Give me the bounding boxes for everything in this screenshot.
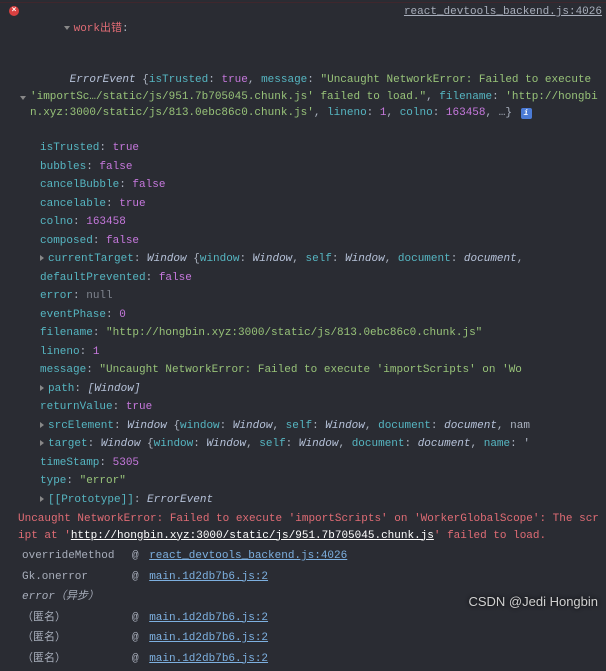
stack-location[interactable]: @ react_devtools_backend.js:4026 [132, 548, 347, 565]
prop-composed[interactable]: composed: false [0, 232, 606, 251]
object-summary: ErrorEvent {isTrusted: true, message: "U… [30, 56, 602, 139]
stack-frame[interactable]: overrideMethod@ react_devtools_backend.j… [18, 546, 606, 567]
stack-function: error（异步） [22, 589, 132, 606]
prop-srcElement[interactable]: srcElement: Window {window: Window, self… [0, 417, 606, 436]
stack-location[interactable]: @ main.1d2db7b6.js:2 [132, 610, 268, 627]
console-panel: × work出错: react_devtools_backend.js:4026… [0, 0, 606, 671]
prop-target[interactable]: target: Window {window: Window, self: Wi… [0, 435, 606, 454]
chevron-right-icon[interactable] [40, 496, 44, 502]
stack-location[interactable]: @ main.1d2db7b6.js:2 [132, 630, 268, 647]
source-link[interactable]: react_devtools_backend.js:4026 [396, 4, 602, 21]
error-icon: × [9, 6, 19, 16]
stack-frame[interactable]: （匿名）@ main.1d2db7b6.js:2 [18, 649, 606, 670]
error-message-text[interactable]: Uncaught NetworkError: Failed to execute… [18, 511, 602, 544]
error-title: work出错 [74, 23, 122, 35]
stack-function: Gk.onerror [22, 569, 132, 586]
chevron-right-icon[interactable] [40, 255, 44, 261]
chevron-right-icon[interactable] [40, 385, 44, 391]
prop-currentTarget[interactable]: currentTarget: Window {window: Window, s… [0, 250, 606, 269]
info-icon[interactable]: i [521, 108, 532, 119]
chevron-right-icon[interactable] [40, 422, 44, 428]
prop-prototype[interactable]: [[Prototype]]: ErrorEvent [0, 491, 606, 510]
prop-returnValue[interactable]: returnValue: true [0, 398, 606, 417]
stack-location[interactable]: @ main.1d2db7b6.js:2 [132, 569, 268, 586]
prop-bubbles[interactable]: bubbles: false [0, 158, 606, 177]
prop-timeStamp[interactable]: timeStamp: 5305 [0, 454, 606, 473]
prop-message[interactable]: message: "Uncaught NetworkError: Failed … [0, 361, 606, 380]
prop-defaultPrevented[interactable]: defaultPrevented: false [0, 269, 606, 288]
stack-frame[interactable]: （匿名）@ main.1d2db7b6.js:2 [18, 608, 606, 629]
stack-location[interactable]: @ main.1d2db7b6.js:2 [132, 651, 268, 668]
prop-path[interactable]: path: [Window] [0, 380, 606, 399]
prop-type[interactable]: type: "error" [0, 472, 606, 491]
prop-isTrusted[interactable]: isTrusted: true [0, 139, 606, 158]
stack-function: （匿名） [22, 610, 132, 627]
expand-object-icon[interactable] [20, 96, 26, 100]
prop-colno[interactable]: colno: 163458 [0, 213, 606, 232]
prop-eventPhase[interactable]: eventPhase: 0 [0, 306, 606, 325]
stack-frame[interactable]: Gk.onerror@ main.1d2db7b6.js:2 [18, 567, 606, 588]
prop-cancelable[interactable]: cancelable: true [0, 195, 606, 214]
prop-lineno[interactable]: lineno: 1 [0, 343, 606, 362]
prop-cancelBubble[interactable]: cancelBubble: false [0, 176, 606, 195]
object-summary-row[interactable]: ErrorEvent {isTrusted: true, message: "U… [0, 55, 606, 140]
stack-function: （匿名） [22, 651, 132, 668]
prop-filename[interactable]: filename: "http://hongbin.xyz:3000/stati… [0, 324, 606, 343]
watermark: CSDN @Jedi Hongbin [468, 594, 598, 609]
error-url-link[interactable]: http://hongbin.xyz:3000/static/js/951.7b… [71, 530, 434, 542]
expand-toggle-icon[interactable] [64, 26, 70, 30]
prop-error[interactable]: error: null [0, 287, 606, 306]
error-header[interactable]: work出错: [24, 4, 396, 54]
chevron-right-icon[interactable] [40, 440, 44, 446]
console-error-row[interactable]: × work出错: react_devtools_backend.js:4026 [0, 2, 606, 55]
error-badge: × [4, 4, 24, 16]
stack-function: overrideMethod [22, 548, 132, 565]
stack-frame[interactable]: （匿名）@ main.1d2db7b6.js:2 [18, 628, 606, 649]
stack-function: （匿名） [22, 630, 132, 647]
